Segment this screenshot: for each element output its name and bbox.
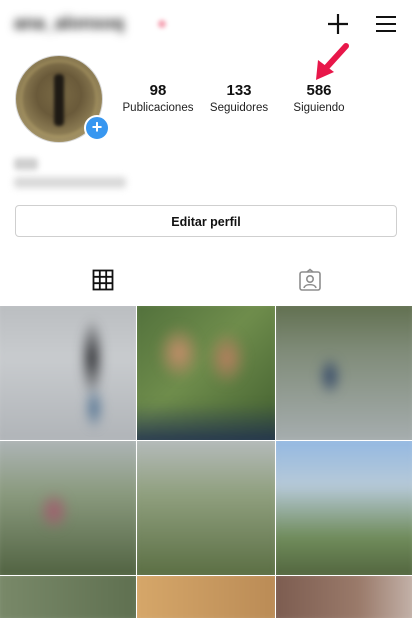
grid-photo[interactable]: [276, 306, 412, 440]
grid-icon: [92, 269, 114, 291]
grid-photo[interactable]: [137, 576, 275, 618]
annotation-arrow-icon: [316, 43, 349, 80]
grid-photo[interactable]: [276, 441, 412, 575]
followers-stat[interactable]: 133 Seguidores: [200, 82, 278, 115]
grid-photo[interactable]: [137, 441, 275, 575]
add-story-icon[interactable]: +: [84, 115, 110, 141]
following-count: 586: [306, 82, 332, 99]
following-label: Siguiendo: [293, 102, 345, 114]
followers-count: 133: [226, 82, 252, 99]
bio-text: [14, 177, 126, 188]
profile-username[interactable]: ana_alonsoq: [14, 13, 164, 35]
following-stat[interactable]: 586 Siguiendo: [282, 82, 356, 115]
tagged-icon: [299, 268, 321, 291]
photo-grid: [0, 306, 412, 618]
new-post-button[interactable]: [326, 12, 350, 36]
grid-photo[interactable]: [137, 306, 275, 440]
bio-name: [14, 158, 38, 170]
grid-photo[interactable]: [0, 441, 136, 575]
profile-tabs: [0, 258, 412, 302]
posts-stat[interactable]: 98 Publicaciones: [116, 82, 200, 115]
plus-icon: [328, 14, 348, 34]
tab-grid[interactable]: [91, 268, 115, 292]
posts-label: Publicaciones: [122, 102, 194, 114]
profile-avatar[interactable]: +: [15, 55, 110, 143]
username-dropdown-indicator[interactable]: [158, 20, 166, 28]
menu-button[interactable]: [374, 12, 398, 36]
followers-label: Seguidores: [209, 102, 269, 114]
posts-count: 98: [149, 82, 167, 99]
tab-tagged[interactable]: [298, 268, 322, 292]
edit-profile-button[interactable]: Editar perfil: [15, 205, 397, 237]
grid-photo[interactable]: [0, 576, 136, 618]
grid-photo[interactable]: [276, 576, 412, 618]
hamburger-menu-icon: [376, 16, 396, 32]
grid-photo[interactable]: [0, 306, 136, 440]
